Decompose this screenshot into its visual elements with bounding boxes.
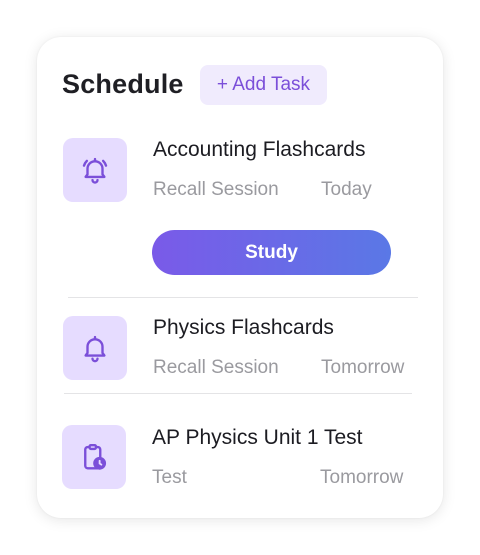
task-title: AP Physics Unit 1 Test: [152, 426, 363, 449]
bell-ringing-icon: [63, 138, 127, 202]
task-title: Accounting Flashcards: [153, 138, 366, 161]
add-task-button[interactable]: + Add Task: [200, 65, 327, 105]
schedule-card: Schedule + Add Task Accounting Flashcard…: [37, 37, 443, 518]
divider: [64, 393, 412, 394]
task-type: Recall Session: [153, 179, 279, 200]
task-due: Tomorrow: [320, 467, 404, 488]
task-type: Recall Session: [153, 357, 279, 378]
divider: [68, 297, 418, 298]
study-button[interactable]: Study: [152, 230, 391, 275]
schedule-title: Schedule: [62, 69, 184, 99]
task-due: Tomorrow: [321, 357, 405, 378]
task-due: Today: [321, 179, 372, 200]
clipboard-clock-icon: [62, 425, 126, 489]
bell-icon: [63, 316, 127, 380]
task-type: Test: [152, 467, 187, 488]
task-title: Physics Flashcards: [153, 316, 334, 339]
